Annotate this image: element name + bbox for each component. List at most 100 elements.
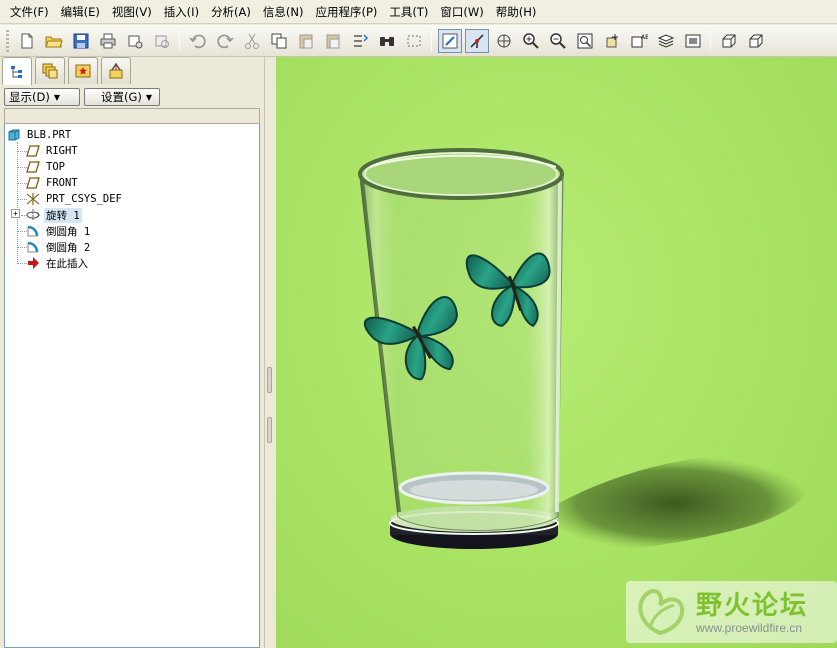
watermark-url: www.proewildfire.cn	[696, 621, 803, 635]
part-icon	[6, 128, 22, 142]
menu-applications[interactable]: 应用程序(P)	[309, 2, 383, 22]
tab-folder-browser[interactable]	[35, 57, 65, 84]
menu-help[interactable]: 帮助(H)	[490, 2, 543, 22]
tree-item-csys[interactable]: PRT_CSYS_DEF	[25, 191, 124, 207]
tree-item-revolve[interactable]: 旋转 1	[25, 207, 82, 223]
menu-view[interactable]: 视图(V)	[106, 2, 158, 22]
tree-column-header[interactable]	[4, 108, 260, 124]
collapse-left-handle[interactable]	[267, 367, 272, 393]
glass-shadow	[536, 455, 812, 552]
zoom-out-icon[interactable]	[546, 29, 570, 53]
menu-edit[interactable]: 编辑(E)	[55, 2, 106, 22]
tree-item-insert-here[interactable]: 在此插入	[25, 255, 90, 271]
tree-item-front[interactable]: FRONT	[25, 175, 80, 191]
tree-connector	[17, 142, 18, 264]
tree-item-label: TOP	[46, 161, 65, 173]
main-toolbar: AB	[0, 25, 837, 57]
settings-dropdown-button[interactable]: 设置(G) ▼	[84, 88, 160, 106]
navigator-panel: 显示(D) ▼ 设置(G) ▼ BLB.PRT RIGHT TOP FRONT …	[0, 57, 264, 648]
paste-icon[interactable]	[294, 29, 318, 53]
tree-item-round-1[interactable]: 倒圆角 1	[25, 223, 92, 239]
tree-controls: 显示(D) ▼ 设置(G) ▼	[4, 88, 160, 106]
toolbar-grip[interactable]	[6, 29, 9, 52]
regenerate-icon[interactable]	[150, 29, 174, 53]
menu-file[interactable]: 文件(F)	[4, 2, 55, 22]
menu-window[interactable]: 窗口(W)	[434, 2, 489, 22]
erase-icon[interactable]	[123, 29, 147, 53]
model-render	[358, 148, 812, 552]
print-icon[interactable]	[96, 29, 120, 53]
insert-here-icon	[25, 256, 41, 270]
tree-root-label: BLB.PRT	[27, 129, 72, 141]
save-icon[interactable]	[69, 29, 93, 53]
tree-item-label: 旋转 1	[44, 207, 82, 223]
toolbar-separator	[710, 29, 711, 52]
copy-icon[interactable]	[267, 29, 291, 53]
show-dropdown-label: 显示(D)	[9, 90, 50, 104]
tree-item-label: FRONT	[46, 177, 78, 189]
find-icon[interactable]	[375, 29, 399, 53]
tab-connections[interactable]	[101, 57, 131, 84]
model-tree-icon	[11, 65, 22, 78]
tree-item-label: 在此插入	[46, 257, 88, 270]
collapse-right-handle[interactable]	[267, 417, 272, 443]
select-box-icon[interactable]	[402, 29, 426, 53]
shading-icon[interactable]	[717, 29, 741, 53]
tree-item-label: PRT_CSYS_DEF	[46, 193, 122, 205]
tree-root-part[interactable]: BLB.PRT	[6, 127, 73, 143]
menu-tools[interactable]: 工具(T)	[383, 2, 434, 22]
repaint-icon[interactable]	[437, 28, 462, 53]
saved-views-icon[interactable]: AB	[627, 29, 651, 53]
svg-text:AB: AB	[641, 34, 648, 41]
forum-watermark: 野火论坛 www.proewildfire.cn	[626, 581, 837, 643]
round-icon	[25, 224, 41, 238]
zoom-in-icon[interactable]	[519, 29, 543, 53]
open-folder-icon[interactable]	[42, 29, 66, 53]
menu-insert[interactable]: 插入(I)	[158, 2, 205, 22]
round-icon	[25, 240, 41, 254]
forum-logo-icon	[638, 588, 685, 636]
refit-icon[interactable]	[573, 29, 597, 53]
cut-icon[interactable]	[240, 29, 264, 53]
watermark-title: 野火论坛	[696, 591, 809, 621]
tree-item-round-2[interactable]: 倒圆角 2	[25, 239, 92, 255]
show-dropdown-button[interactable]: 显示(D) ▼	[4, 88, 80, 106]
view-manager-icon[interactable]	[681, 29, 705, 53]
coordinate-system-icon	[25, 192, 41, 206]
redo-icon[interactable]	[213, 29, 237, 53]
menu-analysis[interactable]: 分析(A)	[205, 2, 257, 22]
new-file-icon[interactable]	[15, 29, 39, 53]
menu-bar: 文件(F) 编辑(E) 视图(V) 插入(I) 分析(A) 信息(N) 应用程序…	[0, 0, 837, 24]
revolve-icon	[25, 208, 41, 222]
toolbar-separator	[179, 29, 180, 52]
tree-item-top[interactable]: TOP	[25, 159, 67, 175]
tree-item-label: 倒圆角 2	[46, 241, 91, 254]
orient-mode-icon[interactable]	[492, 29, 516, 53]
tab-favorites[interactable]	[68, 57, 98, 84]
regenerate-manager-icon[interactable]	[348, 29, 372, 53]
navigator-tabs	[2, 57, 134, 85]
panel-splitter[interactable]	[264, 57, 276, 648]
tree-item-label: 倒圆角 1	[46, 225, 91, 238]
chevron-down-icon: ▼	[145, 92, 153, 102]
tree-item-label: RIGHT	[46, 145, 78, 157]
layers-icon[interactable]	[654, 29, 678, 53]
tree-item-right[interactable]: RIGHT	[25, 143, 80, 159]
no-hidden-icon[interactable]	[744, 29, 768, 53]
tab-model-tree[interactable]	[2, 57, 32, 85]
expand-toggle[interactable]: +	[11, 209, 20, 218]
menu-info[interactable]: 信息(N)	[257, 2, 310, 22]
paste-special-icon[interactable]	[321, 29, 345, 53]
toolbar-separator	[431, 29, 432, 52]
reorient-icon[interactable]	[600, 29, 624, 53]
proe-application-window: 文件(F) 编辑(E) 视图(V) 插入(I) 分析(A) 信息(N) 应用程序…	[0, 0, 837, 648]
spin-center-icon[interactable]	[464, 28, 489, 53]
datum-plane-icon	[25, 160, 41, 174]
graphics-viewport[interactable]	[276, 57, 837, 648]
undo-icon[interactable]	[186, 29, 210, 53]
favorites-icon	[75, 64, 91, 78]
settings-dropdown-label: 设置(G)	[101, 90, 142, 104]
model-tree: BLB.PRT RIGHT TOP FRONT PRT_CSYS_DEF + 旋…	[4, 124, 260, 648]
datum-plane-icon	[25, 144, 41, 158]
connections-icon	[109, 62, 123, 79]
